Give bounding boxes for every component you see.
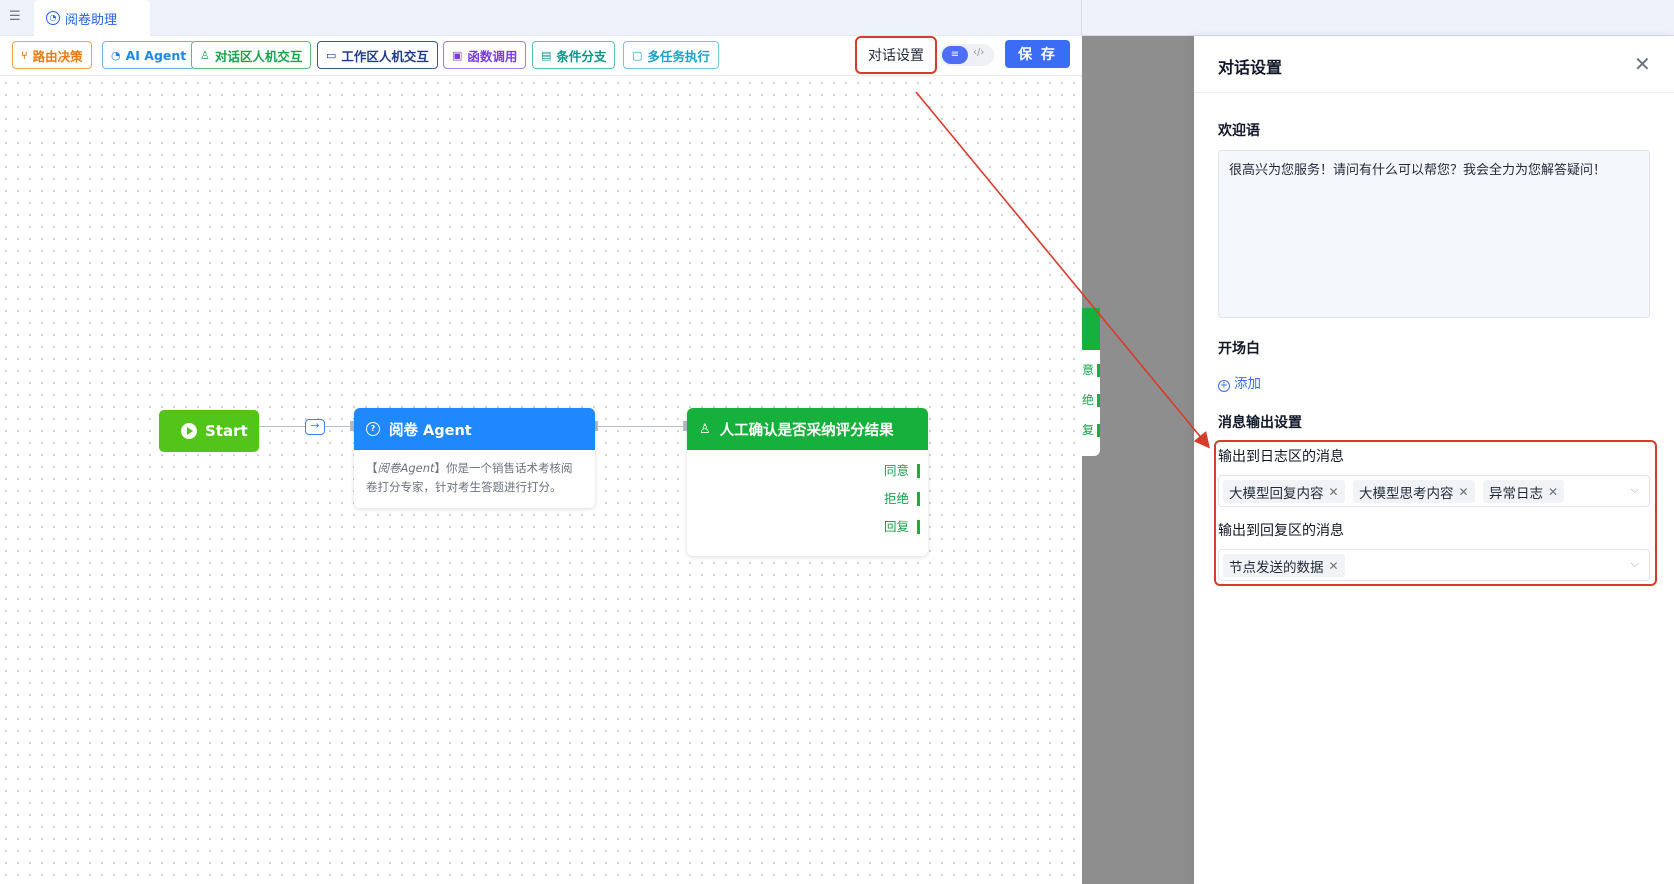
option-agree[interactable]: 同意	[884, 464, 920, 478]
peek-option-reject: 绝	[1082, 394, 1100, 407]
edge-agent-human	[595, 426, 687, 427]
log-chip: 大模型思考内容 ✕	[1353, 480, 1475, 503]
monitor-icon: ▭	[326, 48, 337, 62]
play-icon	[181, 423, 197, 439]
desc-name: 阅卷Agent	[377, 461, 435, 475]
condition-branch-button[interactable]: ▤ 条件分支	[532, 41, 616, 69]
desc-prefix: 【	[366, 461, 378, 475]
agent-node-description: 【阅卷Agent】你是一个销售话术考核阅卷打分专家，针对考生答题进行打分。	[354, 450, 595, 506]
chat-interaction-label: 对话区人机交互	[214, 48, 303, 64]
dialog-settings-button[interactable]: 对话设置	[855, 36, 937, 74]
agent-icon: ?	[366, 422, 380, 436]
add-label: 添加	[1234, 376, 1261, 392]
log-chip: 异常日志 ✕	[1483, 480, 1565, 503]
save-button[interactable]: 保 存	[1005, 40, 1070, 68]
drawer-title: 对话设置	[1218, 58, 1283, 77]
user-icon: ♙	[699, 421, 711, 437]
function-call-button[interactable]: ▣ 函数调用	[443, 41, 527, 69]
tasks-icon: ▢	[632, 48, 643, 62]
log-chip: 大模型回复内容 ✕	[1223, 480, 1345, 503]
ai-agent-button[interactable]: ◔ AI Agent	[102, 41, 196, 69]
chevron-down-icon[interactable]: ⌵	[1631, 557, 1639, 571]
work-interaction-label: 工作区人机交互	[341, 48, 429, 64]
branch-icon: ⑂	[21, 48, 28, 62]
tab-bar: ☰ ◔ 阅卷助理	[0, 0, 1081, 36]
reply-output-label: 输出到回复区的消息	[1218, 523, 1344, 539]
multi-task-button[interactable]: ▢ 多任务执行	[623, 41, 719, 69]
chip-label: 节点发送的数据	[1229, 559, 1324, 576]
start-node[interactable]: Start	[159, 410, 259, 452]
output-settings-label: 消息输出设置	[1218, 415, 1302, 431]
chat-interaction-button[interactable]: ♙ 对话区人机交互	[191, 41, 312, 69]
add-opening-button[interactable]: + 添加	[1218, 372, 1261, 392]
reply-chip: 节点发送的数据 ✕	[1223, 554, 1345, 577]
arrow-right-icon[interactable]: →	[305, 419, 325, 435]
tab-label: 阅卷助理	[65, 12, 118, 28]
peek-node-header	[1082, 308, 1100, 350]
agent-icon: ◔	[111, 48, 121, 62]
remove-chip-icon[interactable]: ✕	[1329, 559, 1339, 573]
workflow-editor: ☰ ◔ 阅卷助理 ⑂ 路由决策 ◔ AI Agent ♙ 对话区人机交互 ▭ 工作区人机…	[0, 0, 1082, 884]
agent-node[interactable]: ? 阅卷 Agent 【阅卷Agent】你是一个销售话术考核阅卷打分专家，针对考…	[354, 408, 595, 508]
remove-chip-icon[interactable]: ✕	[1329, 485, 1339, 499]
agent-node-title: 阅卷 Agent	[389, 422, 472, 439]
human-confirm-node[interactable]: ♙ 人工确认是否采纳评分结果 同意 拒绝 回复	[687, 408, 928, 556]
log-output-select[interactable]: 大模型回复内容 ✕ 大模型思考内容 ✕ 异常日志 ✕ ⌵	[1218, 475, 1650, 507]
opening-label: 开场白	[1218, 341, 1260, 357]
code-icon[interactable]: ‹/›	[973, 47, 984, 58]
human-node-title: 人工确认是否采纳评分结果	[719, 422, 894, 439]
option-reject[interactable]: 拒绝	[884, 492, 920, 506]
agent-node-header: ? 阅卷 Agent	[354, 408, 595, 450]
menu-toggle-icon[interactable]: ☰	[9, 9, 25, 25]
multi-task-label: 多任务执行	[647, 48, 710, 64]
chevron-down-icon[interactable]: ⌵	[1631, 483, 1639, 497]
welcome-label: 欢迎语	[1218, 123, 1260, 139]
chip-label: 异常日志	[1489, 485, 1543, 502]
welcome-textarea[interactable]: 很高兴为您服务！请问有什么可以帮您？我会全力为您解答疑问！	[1218, 150, 1650, 318]
remove-chip-icon[interactable]: ✕	[1548, 485, 1558, 499]
plus-circle-icon: +	[1218, 380, 1230, 392]
condition-icon: ▤	[541, 48, 552, 62]
modal-mask[interactable]	[1082, 36, 1194, 884]
ai-agent-label: AI Agent	[125, 47, 187, 63]
option-reply[interactable]: 回复	[884, 520, 920, 534]
log-output-label: 输出到日志区的消息	[1218, 449, 1344, 465]
condition-branch-label: 条件分支	[556, 48, 607, 64]
tabbar-extension	[1082, 0, 1674, 36]
human-node-header: ♙ 人工确认是否采纳评分结果	[687, 408, 928, 450]
peek-option-agree: 意	[1082, 364, 1100, 377]
function-icon: ▣	[452, 48, 463, 62]
tab-reviewer[interactable]: ◔ 阅卷助理	[34, 0, 150, 36]
route-decision-button[interactable]: ⑂ 路由决策	[12, 41, 92, 69]
background-node-peek: 意 绝 复	[1082, 308, 1100, 456]
chip-label: 大模型思考内容	[1359, 485, 1454, 502]
chip-label: 大模型回复内容	[1229, 485, 1324, 502]
node-toolbar: ⑂ 路由决策 ◔ AI Agent ♙ 对话区人机交互 ▭ 工作区人机交互 ▣ 函数调用 …	[0, 36, 1082, 76]
close-icon[interactable]: ✕	[1634, 52, 1651, 76]
start-label: Start	[205, 422, 248, 440]
reply-output-select[interactable]: 节点发送的数据 ✕ ⌵	[1218, 549, 1650, 581]
user-icon: ♙	[200, 48, 210, 62]
view-toggle[interactable]: ≡ ‹/›	[940, 44, 994, 66]
assistant-icon: ◔	[46, 11, 60, 25]
peek-option-reply: 复	[1082, 424, 1100, 437]
route-decision-label: 路由决策	[32, 48, 83, 64]
remove-chip-icon[interactable]: ✕	[1459, 485, 1469, 499]
dialog-settings-drawer: 对话设置 ✕ 欢迎语 很高兴为您服务！请问有什么可以帮您？我会全力为您解答疑问！…	[1194, 36, 1674, 884]
work-interaction-button[interactable]: ▭ 工作区人机交互	[317, 41, 438, 69]
settings-sliders-icon[interactable]: ≡	[942, 46, 968, 64]
workflow-canvas[interactable]: → Start ? 阅卷 Agent 【阅卷Agent】你是一个销售话术考核阅卷…	[0, 77, 1082, 884]
function-call-label: 函数调用	[467, 48, 518, 64]
drawer-divider	[1194, 92, 1674, 93]
